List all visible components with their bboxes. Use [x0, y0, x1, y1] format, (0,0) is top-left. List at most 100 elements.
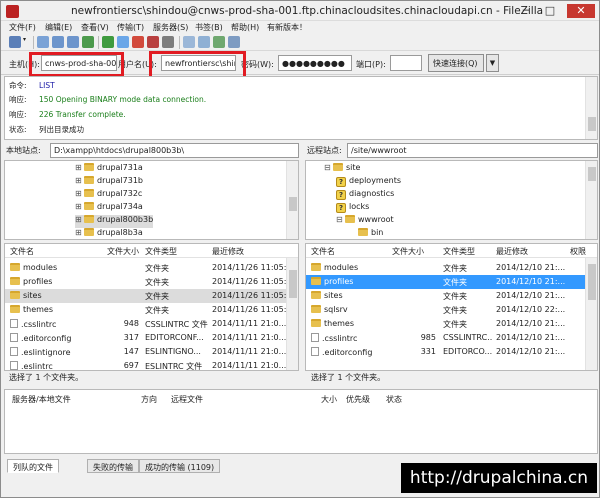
quickconnect-history-dropdown[interactable]: ▼	[486, 54, 499, 72]
title-bar: newfrontiersc\shindou@cnws-prod-sha-001.…	[1, 1, 599, 21]
column-header-size[interactable]: 文件大小	[107, 244, 139, 257]
tree-item[interactable]: ⊞ drupal731b	[75, 176, 143, 189]
menu-new-version[interactable]: 有新版本！	[267, 22, 307, 33]
tree-item-selected[interactable]: ⊞ drupal800b3b	[75, 215, 154, 228]
log-scrollbar-thumb[interactable]	[588, 117, 596, 131]
maximize-button[interactable]: □	[541, 4, 559, 18]
log-line: 状态: 列出目录成功	[9, 125, 84, 134]
tree-item[interactable]: ⊟ wwwroot	[336, 215, 394, 228]
file-row[interactable]: .csslintrc 948 CSSLINTRC 文件 2014/11/11 2…	[5, 317, 286, 331]
port-input[interactable]	[390, 55, 422, 71]
menu-transfer[interactable]: 传输(T)	[117, 22, 144, 33]
compare-icon[interactable]	[198, 36, 210, 48]
column-header-modified[interactable]: 最近修改	[212, 244, 244, 257]
quickconnect-button[interactable]: 快速连接(Q)	[428, 54, 484, 72]
queue-header-direction[interactable]: 方向	[141, 394, 157, 405]
scrollbar-thumb[interactable]	[289, 197, 297, 211]
sync-browse-icon[interactable]	[213, 36, 225, 48]
cancel-icon[interactable]	[132, 36, 144, 48]
tree-item[interactable]: bin	[358, 228, 383, 239]
folder-icon	[311, 291, 321, 299]
file-row-selected[interactable]: profiles 文件夹 2014/12/10 21:...	[306, 275, 585, 289]
queue-header-remote-file[interactable]: 远程文件	[171, 394, 203, 405]
scrollbar-thumb[interactable]	[588, 264, 596, 300]
menu-help[interactable]: 帮助(H)	[231, 22, 259, 33]
tree-item[interactable]: ⊞ drupal732c	[75, 189, 142, 202]
file-row[interactable]: .eslintignore 147 ESLINTIGNO... 2014/11/…	[5, 345, 286, 359]
minimize-button[interactable]: ─	[517, 4, 535, 18]
tab-successful-transfers[interactable]: 成功的传输 (1109)	[139, 459, 221, 473]
file-row[interactable]: modules 文件夹 2014/12/10 21:...	[306, 261, 585, 275]
filter-icon[interactable]	[183, 36, 195, 48]
tree-item[interactable]: ⊞ drupal731a	[75, 163, 143, 176]
tree-item[interactable]: ? deployments	[336, 176, 401, 189]
file-row[interactable]: sites 文件夹 2014/12/10 21:...	[306, 289, 585, 303]
toggle-log-icon[interactable]	[37, 36, 49, 48]
file-row[interactable]: modules 文件夹 2014/11/26 11:05:...	[5, 261, 286, 275]
tree-item[interactable]: ⊟ site	[324, 163, 360, 176]
menu-server[interactable]: 服务器(S)	[153, 22, 188, 33]
remote-tree-scrollbar[interactable]	[585, 161, 597, 239]
password-input[interactable]: ●●●●●●●●●	[278, 55, 352, 71]
column-header-modified[interactable]: 最近修改	[496, 244, 528, 257]
disconnect-icon[interactable]	[147, 36, 159, 48]
file-row-selected[interactable]: sites 文件夹 2014/11/26 11:05:...	[5, 289, 286, 303]
toggle-local-tree-icon[interactable]	[52, 36, 64, 48]
tab-failed-transfers[interactable]: 失败的传输	[87, 459, 139, 473]
remote-list-scrollbar[interactable]	[585, 258, 597, 370]
local-tree-scrollbar[interactable]	[286, 161, 298, 239]
file-row[interactable]: themes 文件夹 2014/12/10 21:...	[306, 317, 585, 331]
menu-view[interactable]: 查看(V)	[81, 22, 109, 33]
message-log: 命令: LIST 响应: 150 Opening BINARY mode data …	[4, 76, 598, 140]
port-label: 端口(P):	[356, 60, 386, 69]
queue-header-server-local[interactable]: 服务器/本地文件	[12, 394, 71, 405]
file-row[interactable]: sqlsrv 文件夹 2014/12/10 22:...	[306, 303, 585, 317]
column-header-filename[interactable]: 文件名	[10, 244, 34, 257]
queue-header-priority[interactable]: 优先级	[346, 394, 370, 405]
reconnect-icon[interactable]	[162, 36, 174, 48]
file-row[interactable]: .eslintrc 697 ESLINTRC 文件 2014/11/11 21:…	[5, 359, 286, 370]
folder-icon	[84, 176, 94, 184]
column-header-filename[interactable]: 文件名	[311, 244, 335, 257]
site-manager-dropdown-icon[interactable]: ▾	[23, 36, 29, 48]
queue-header-size[interactable]: 大小	[321, 394, 337, 405]
site-manager-icon[interactable]	[9, 36, 21, 48]
column-header-type[interactable]: 文件类型	[145, 244, 177, 257]
tree-item[interactable]: ? diagnostics	[336, 189, 394, 202]
remote-path-input[interactable]: /site/wwwroot	[347, 143, 598, 158]
file-icon	[10, 333, 18, 342]
tree-item[interactable]: ? locks	[336, 202, 369, 215]
tree-item[interactable]: ⊞ drupal8b3a	[75, 228, 143, 239]
menu-bookmarks[interactable]: 书签(B)	[195, 22, 223, 33]
file-row[interactable]: .editorconfig 317 EDITORCONF... 2014/11/…	[5, 331, 286, 345]
folder-icon	[84, 215, 94, 223]
column-header-permissions[interactable]: 权限	[570, 244, 586, 257]
scrollbar-thumb[interactable]	[289, 270, 297, 298]
file-row[interactable]: .csslintrc 985 CSSLINTRC... 2014/12/10 2…	[306, 331, 585, 345]
search-icon[interactable]	[228, 36, 240, 48]
scrollbar-thumb[interactable]	[588, 167, 596, 181]
local-list-scrollbar[interactable]	[286, 258, 298, 370]
process-queue-icon[interactable]	[117, 36, 129, 48]
local-path-input[interactable]: D:\xampp\htdocs\drupal800b3b\	[50, 143, 299, 158]
folder-icon	[10, 277, 20, 285]
close-button[interactable]: ✕	[567, 4, 595, 18]
remote-directory-tree: ⊟ site ? deployments ? diagnostics ? locks ⊟…	[305, 160, 598, 240]
file-row[interactable]: themes 文件夹 2014/11/26 11:05:...	[5, 303, 286, 317]
remote-file-list: 文件名 文件大小 文件类型 最近修改 权限 modules 文件夹 2014/1…	[305, 243, 598, 371]
log-scrollbar[interactable]	[585, 77, 597, 139]
file-row[interactable]: .editorconfig 331 EDITORCO... 2014/12/10…	[306, 345, 585, 359]
toggle-remote-tree-icon[interactable]	[67, 36, 79, 48]
column-header-type[interactable]: 文件类型	[443, 244, 475, 257]
queue-header-status[interactable]: 状态	[386, 394, 402, 405]
menu-edit[interactable]: 编辑(E)	[45, 22, 72, 33]
folder-icon	[84, 202, 94, 210]
refresh-icon[interactable]	[102, 36, 114, 48]
tree-item[interactable]: ⊞ drupal734a	[75, 202, 143, 215]
tab-queued-files[interactable]: 列队的文件	[7, 459, 59, 473]
menu-file[interactable]: 文件(F)	[9, 22, 36, 33]
column-header-size[interactable]: 文件大小	[392, 244, 424, 257]
log-line: 命令: LIST	[9, 81, 55, 90]
file-row[interactable]: profiles 文件夹 2014/11/26 11:05:...	[5, 275, 286, 289]
toggle-queue-icon[interactable]	[82, 36, 94, 48]
